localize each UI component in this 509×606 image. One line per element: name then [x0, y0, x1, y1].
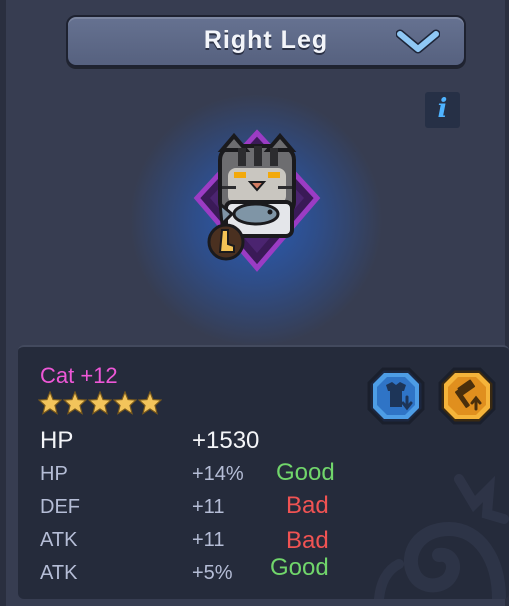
sub-stat-value: +14% — [192, 463, 244, 485]
sub-stat-grade: Good — [270, 554, 329, 581]
sub-stat-name: ATK — [40, 562, 78, 584]
sub-stat-value: +11 — [192, 529, 225, 551]
star-rating — [38, 391, 163, 419]
equip-button[interactable] — [367, 367, 425, 425]
slot-selector-dropdown[interactable]: Right Leg — [66, 15, 466, 67]
star-icon — [63, 391, 87, 415]
star-icon — [88, 391, 112, 415]
main-stat-name: HP — [40, 427, 74, 454]
main-stat-value: +1530 — [192, 427, 260, 454]
sub-stat-name: ATK — [40, 529, 78, 551]
sub-stat-grade: Bad — [286, 492, 329, 519]
sub-stat-row: DEF +11 Bad — [18, 492, 509, 526]
sub-stat-row: HP +14% Good — [18, 459, 509, 493]
item-stats-panel: Cat +12 HP +1530 HP +14% Good DEF +11 Ba… — [18, 345, 509, 599]
star-icon — [38, 391, 62, 415]
equipment-frame: Right Leg i Cat +12 HP +1530 HP +14% Goo… — [0, 0, 509, 606]
sub-stat-grade: Bad — [286, 527, 329, 554]
info-icon: i — [437, 94, 448, 124]
chevron-down-icon[interactable] — [396, 29, 440, 55]
sub-stat-name: DEF — [40, 496, 80, 518]
info-button[interactable]: i — [425, 92, 460, 128]
forge-button[interactable] — [438, 367, 496, 425]
cat-holding-fish-icon — [193, 129, 321, 272]
star-icon — [113, 391, 137, 415]
sub-stat-value: +5% — [192, 562, 233, 584]
sub-stat-name: HP — [40, 463, 68, 485]
main-stat-row: HP +1530 — [18, 427, 509, 457]
item-name: Cat +12 — [40, 363, 118, 388]
sub-stat-value: +11 — [192, 496, 225, 518]
sub-stat-row: ATK +11 Bad — [18, 527, 509, 559]
star-icon — [138, 391, 162, 415]
sub-stat-grade: Good — [276, 459, 335, 486]
leg-icon — [207, 223, 245, 261]
sub-stat-row: ATK +5% Good — [18, 554, 509, 592]
